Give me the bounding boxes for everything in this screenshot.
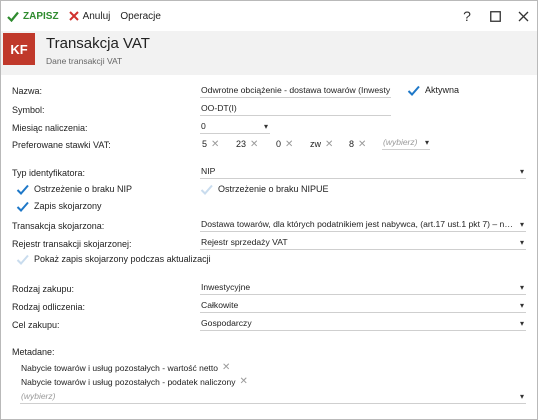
chevron-down-icon: ▾ <box>519 392 524 401</box>
cancel-button[interactable]: Anuluj <box>68 10 111 22</box>
close-window-icon <box>518 11 528 21</box>
vat-rate-add-select[interactable]: (wybierz) ▾ <box>382 136 430 150</box>
vat-rate-chip: 8 ✕ <box>349 138 366 150</box>
chevron-down-icon: ▾ <box>519 220 524 229</box>
vat-rates-label: Preferowane stawki VAT: <box>12 140 111 150</box>
deduction-type-value: Całkowite <box>201 300 239 310</box>
linked-register-label: Rejestr transakcji skojarzonej: <box>12 239 132 249</box>
vat-rate-chip: 0 ✕ <box>276 138 293 150</box>
metadata-chip: Nabycie towarów i usług pozostałych - wa… <box>21 362 230 373</box>
metadata-add-select[interactable]: (wybierz) ▾ <box>20 390 526 404</box>
purchase-type-label: Rodzaj zakupu: <box>12 284 75 294</box>
purchase-type-value: Inwestycyjne <box>201 282 251 292</box>
deduction-type-label: Rodzaj odliczenia: <box>12 302 86 312</box>
linked-transaction-select[interactable]: Dostawa towarów, dla których podatnikiem… <box>200 218 526 232</box>
nipue-warning-checkbox[interactable]: Ostrzeżenie o braku NIPUE <box>200 183 329 195</box>
id-type-select[interactable]: NIP ▾ <box>200 165 526 179</box>
name-input[interactable]: Odwrotne obciążenie - dostawa towarów (I… <box>200 84 391 98</box>
page-subtitle: Dane transakcji VAT <box>46 56 123 66</box>
module-badge: KF <box>3 33 35 65</box>
metadata-placeholder: (wybierz) <box>21 391 56 401</box>
maximize-icon <box>489 10 501 22</box>
linked-transaction-value: Dostawa towarów, dla których podatnikiem… <box>201 219 513 229</box>
symbol-label: Symbol: <box>12 105 45 115</box>
remove-icon[interactable]: ✕ <box>358 139 366 150</box>
chevron-down-icon: ▾ <box>519 167 524 176</box>
operations-menu-button[interactable]: Operacje <box>120 11 161 22</box>
checkmark-faded-icon <box>16 253 29 265</box>
vat-rate-chip: 23 ✕ <box>236 138 258 150</box>
checkmark-icon <box>16 183 29 195</box>
show-linked-entry-label: Pokaż zapis skojarzony podczas aktualiza… <box>34 254 211 264</box>
active-label: Aktywna <box>425 85 460 95</box>
month-select[interactable]: 0 ▾ <box>200 120 270 134</box>
close-window-button[interactable] <box>509 1 537 31</box>
cancel-label: Anuluj <box>82 10 111 22</box>
chevron-down-icon: ▾ <box>424 138 429 147</box>
vat-rate-value: 23 <box>236 139 247 149</box>
month-value: 0 <box>201 121 206 131</box>
chevron-down-icon: ▾ <box>519 283 524 292</box>
vat-rate-chip: zw ✕ <box>310 138 333 150</box>
id-type-label: Typ identyfikatora: <box>12 168 86 178</box>
vat-transaction-window: ZAPISZ Anuluj Operacje ? KF Transakcja V… <box>0 0 538 420</box>
metadata-value: Nabycie towarów i usług pozostałych - po… <box>21 376 236 387</box>
linked-entry-checkbox[interactable]: Zapis skojarzony <box>16 200 102 212</box>
linked-register-select[interactable]: Rejestr sprzedaży VAT ▾ <box>200 236 526 250</box>
remove-icon[interactable]: ✕ <box>285 139 293 150</box>
close-icon <box>68 11 79 21</box>
remove-icon[interactable]: ✕ <box>325 139 333 150</box>
chevron-down-icon: ▾ <box>519 319 524 328</box>
save-button[interactable]: ZAPISZ <box>7 11 59 22</box>
save-label: ZAPISZ <box>23 10 59 22</box>
deduction-type-select[interactable]: Całkowite ▾ <box>200 299 526 313</box>
checkmark-icon <box>16 200 29 212</box>
help-icon: ? <box>463 8 471 24</box>
symbol-input[interactable]: OO-DT(I) <box>200 102 391 116</box>
linked-register-value: Rejestr sprzedaży VAT <box>201 237 288 247</box>
window-controls: ? <box>453 1 537 31</box>
vat-rate-value: 8 <box>349 139 355 149</box>
checkmark-faded-icon <box>200 183 213 195</box>
vat-rate-chip: 5 ✕ <box>202 138 219 150</box>
nip-warning-label: Ostrzeżenie o braku NIP <box>34 184 133 194</box>
id-type-value: NIP <box>201 166 216 176</box>
checkmark-icon <box>407 84 420 96</box>
purchase-type-select[interactable]: Inwestycyjne ▾ <box>200 281 526 295</box>
chevron-down-icon: ▾ <box>519 301 524 310</box>
metadata-value: Nabycie towarów i usług pozostałych - wa… <box>21 362 219 373</box>
chevron-down-icon: ▾ <box>519 238 524 247</box>
remove-icon[interactable]: ✕ <box>211 139 219 150</box>
remove-icon[interactable]: ✕ <box>240 376 248 387</box>
vat-rate-value: 5 <box>202 139 208 149</box>
active-checkbox[interactable]: Aktywna <box>407 84 459 96</box>
help-button[interactable]: ? <box>453 1 481 31</box>
nip-warning-checkbox[interactable]: Ostrzeżenie o braku NIP <box>16 183 132 195</box>
page-title: Transakcja VAT <box>46 35 150 52</box>
vat-rate-value: zw <box>310 139 321 149</box>
metadata-label: Metadane: <box>12 347 55 357</box>
vat-rate-value: 0 <box>276 139 282 149</box>
operations-label: Operacje <box>120 10 161 22</box>
month-label: Miesiąc naliczenia: <box>12 123 88 133</box>
checkmark-icon <box>7 11 19 22</box>
toolbar: ZAPISZ Anuluj Operacje ? <box>1 1 537 31</box>
name-label: Nazwa: <box>12 86 43 96</box>
purchase-purpose-value: Gospodarczy <box>201 318 252 328</box>
show-linked-entry-checkbox[interactable]: Pokaż zapis skojarzony podczas aktualiza… <box>16 253 211 265</box>
vat-rate-placeholder: (wybierz) <box>383 137 418 147</box>
header: KF Transakcja VAT Dane transakcji VAT <box>1 31 537 75</box>
nipue-warning-label: Ostrzeżenie o braku NIPUE <box>218 184 329 194</box>
purchase-purpose-label: Cel zakupu: <box>12 320 60 330</box>
purchase-purpose-select[interactable]: Gospodarczy ▾ <box>200 317 526 331</box>
remove-icon[interactable]: ✕ <box>222 362 230 373</box>
maximize-button[interactable] <box>481 1 509 31</box>
remove-icon[interactable]: ✕ <box>250 139 258 150</box>
chevron-down-icon: ▾ <box>263 122 268 131</box>
metadata-chip: Nabycie towarów i usług pozostałych - po… <box>21 376 248 387</box>
linked-entry-label: Zapis skojarzony <box>34 201 102 211</box>
linked-transaction-label: Transakcja skojarzona: <box>12 221 105 231</box>
